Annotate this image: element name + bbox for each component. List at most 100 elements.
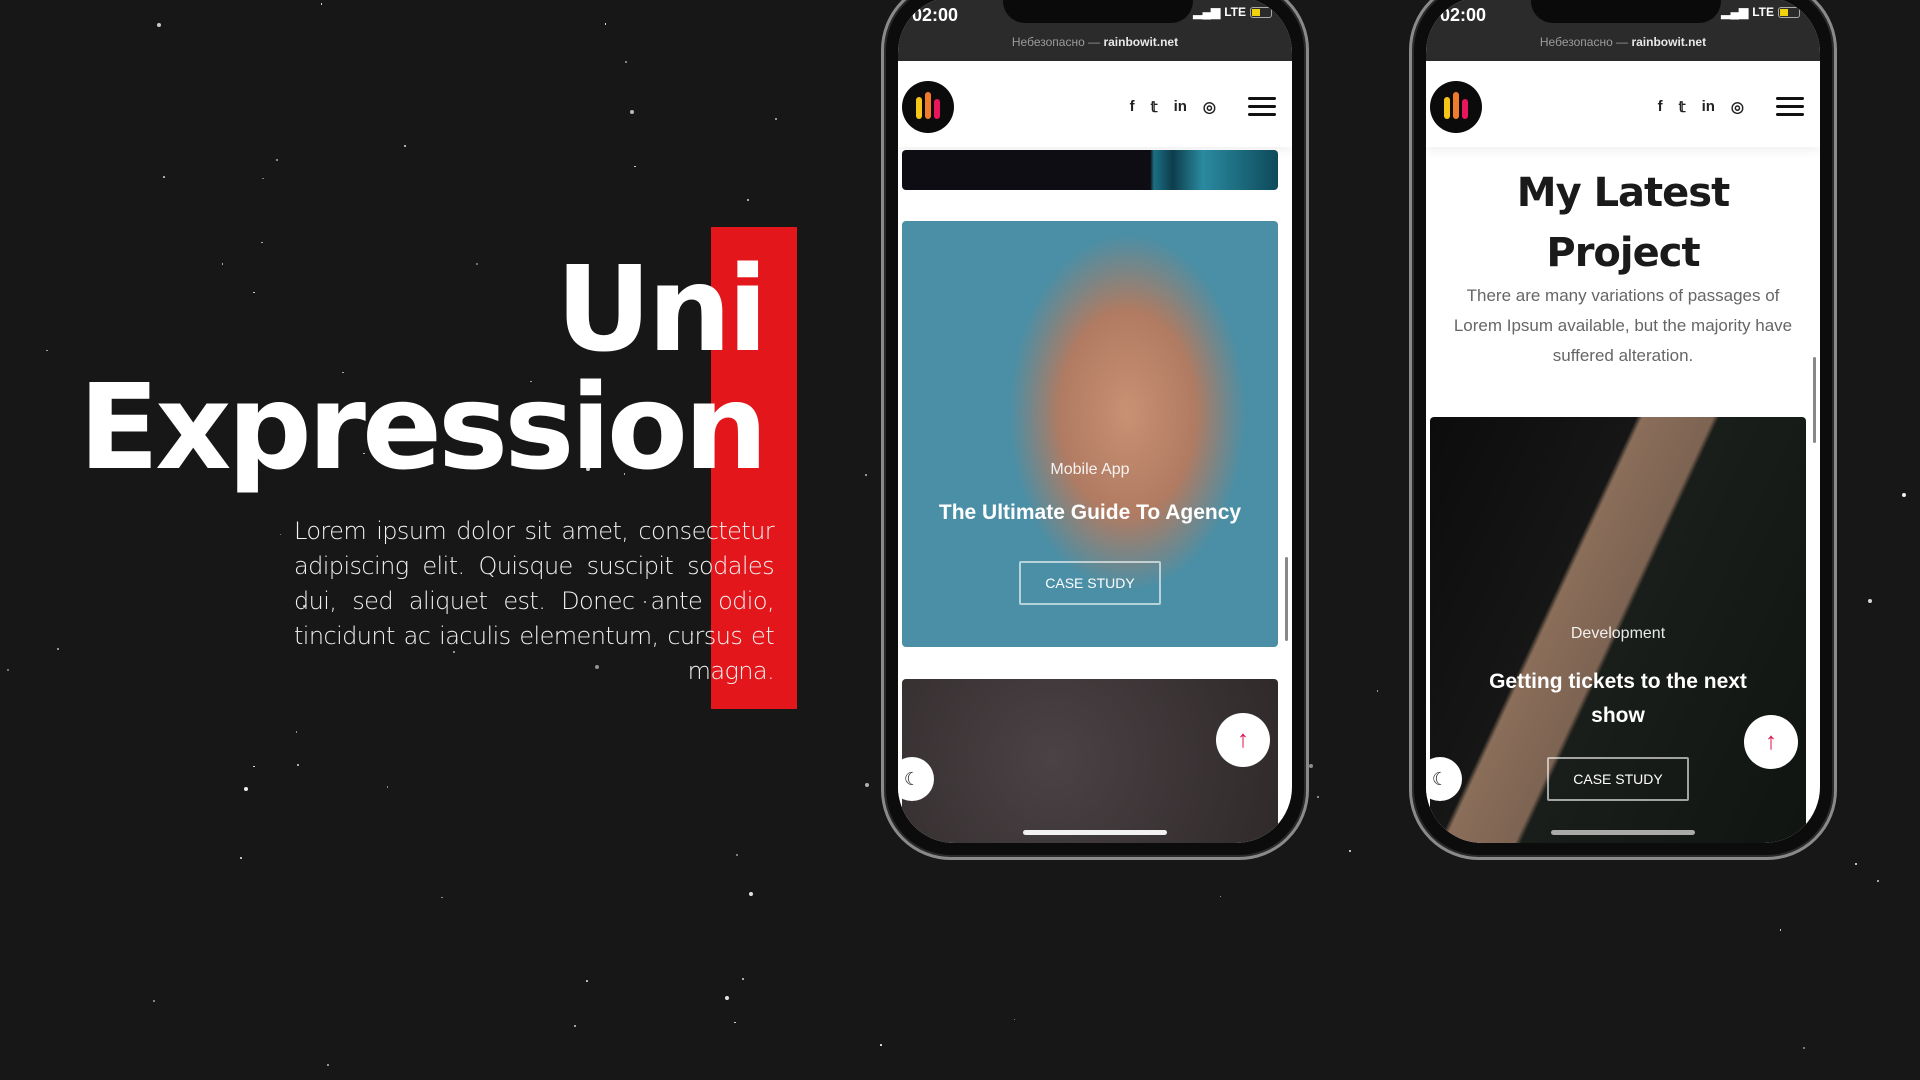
star bbox=[604, 23, 607, 25]
image-card-bottom bbox=[902, 679, 1278, 843]
star bbox=[725, 996, 730, 1001]
star bbox=[295, 731, 298, 733]
star bbox=[630, 110, 634, 115]
star bbox=[1349, 850, 1352, 853]
facebook-icon[interactable]: f bbox=[1658, 98, 1663, 116]
site-header: f 𝕥 in ◎ bbox=[898, 61, 1292, 147]
site-logo[interactable] bbox=[902, 81, 954, 133]
hamburger-menu-icon[interactable] bbox=[1248, 97, 1276, 117]
scrollbar[interactable] bbox=[1813, 357, 1816, 443]
status-bar: 02:00 ▂▄▆ LTE Небезопасно — rainbowit.ne… bbox=[898, 0, 1292, 61]
twitter-icon[interactable]: 𝕥 bbox=[1679, 98, 1686, 116]
network-label: LTE bbox=[1752, 5, 1774, 19]
star bbox=[746, 198, 749, 201]
star bbox=[736, 854, 739, 857]
scroll-to-top-button[interactable]: ↑ bbox=[1216, 713, 1270, 767]
star bbox=[1376, 690, 1379, 692]
star bbox=[880, 1044, 882, 1046]
star bbox=[1779, 929, 1782, 931]
card-title: Getting tickets to the next show bbox=[1489, 670, 1747, 727]
star bbox=[253, 765, 255, 768]
instagram-icon[interactable]: ◎ bbox=[1731, 98, 1744, 116]
star bbox=[327, 1064, 330, 1067]
project-card[interactable]: Development Getting tickets to the next … bbox=[1430, 417, 1806, 843]
site-header: f 𝕥 in ◎ bbox=[1426, 61, 1820, 147]
star bbox=[240, 856, 243, 859]
star bbox=[586, 980, 588, 982]
section-title: My Latest Project bbox=[1516, 170, 1730, 276]
twitter-icon[interactable]: 𝕥 bbox=[1151, 98, 1158, 116]
linkedin-icon[interactable]: in bbox=[1174, 98, 1187, 116]
network-label: LTE bbox=[1224, 5, 1246, 19]
security-label: Небезопасно — bbox=[1011, 35, 1104, 49]
hero-title-line2: Expression bbox=[78, 358, 768, 496]
star bbox=[163, 176, 165, 178]
phone-screen: 02:00 ▂▄▆ LTE Небезопасно — rainbowit.ne… bbox=[1426, 0, 1820, 843]
domain: rainbowit.net bbox=[1631, 35, 1707, 49]
notch bbox=[1003, 0, 1193, 23]
signal-status: ▂▄▆ LTE bbox=[1721, 5, 1800, 19]
signal-icon: ▂▄▆ bbox=[1721, 5, 1749, 19]
hamburger-menu-icon[interactable] bbox=[1776, 97, 1804, 117]
star bbox=[279, 533, 282, 536]
address-bar[interactable]: Небезопасно — rainbowit.net bbox=[898, 35, 1292, 49]
star bbox=[625, 61, 628, 64]
stage: Uni Expression Lorem ipsum dolor sit ame… bbox=[0, 0, 1920, 1080]
star bbox=[1901, 492, 1906, 497]
star bbox=[1013, 1018, 1016, 1021]
scroll-to-top-button[interactable]: ↑ bbox=[1744, 715, 1798, 769]
facebook-icon[interactable]: f bbox=[1130, 98, 1135, 116]
case-study-button[interactable]: CASE STUDY bbox=[1019, 561, 1161, 605]
project-card[interactable]: Mobile App The Ultimate Guide To Agency … bbox=[902, 221, 1278, 647]
star bbox=[1316, 796, 1319, 799]
star bbox=[221, 263, 224, 265]
status-time: 02:00 bbox=[1440, 5, 1487, 25]
address-bar[interactable]: Небезопасно — rainbowit.net bbox=[1426, 35, 1820, 49]
phone-mockup-1: 02:00 ▂▄▆ LTE Небезопасно — rainbowit.ne… bbox=[881, 0, 1309, 860]
home-indicator bbox=[1023, 830, 1167, 835]
signal-status: ▂▄▆ LTE bbox=[1193, 5, 1272, 19]
star bbox=[865, 474, 867, 476]
card-category: Mobile App bbox=[1050, 461, 1130, 478]
home-indicator bbox=[1551, 830, 1695, 835]
star bbox=[56, 648, 59, 651]
status-time: 02:00 bbox=[912, 5, 959, 25]
star bbox=[634, 165, 636, 168]
star bbox=[1803, 1047, 1806, 1050]
phone-screen: 02:00 ▂▄▆ LTE Небезопасно — rainbowit.ne… bbox=[898, 0, 1292, 843]
star bbox=[1876, 879, 1879, 882]
instagram-icon[interactable]: ◎ bbox=[1203, 98, 1216, 116]
star bbox=[476, 263, 479, 266]
star bbox=[734, 1021, 736, 1024]
signal-icon: ▂▄▆ bbox=[1193, 5, 1221, 19]
scrollbar[interactable] bbox=[1285, 557, 1288, 641]
star bbox=[152, 1000, 155, 1003]
star bbox=[261, 241, 263, 244]
image-card-top bbox=[902, 150, 1278, 190]
status-bar: 02:00 ▂▄▆ LTE Небезопасно — rainbowit.ne… bbox=[1426, 0, 1820, 61]
hero-title-line1: Uni bbox=[555, 240, 768, 378]
star bbox=[573, 1024, 576, 1027]
star bbox=[46, 349, 48, 352]
star bbox=[1219, 895, 1221, 898]
star bbox=[262, 177, 264, 180]
star bbox=[865, 782, 870, 787]
linkedin-icon[interactable]: in bbox=[1702, 98, 1715, 116]
battery-icon bbox=[1778, 6, 1800, 18]
star bbox=[386, 786, 389, 788]
hero-paragraph: Lorem ipsum dolor sit amet, consectetur … bbox=[294, 517, 775, 685]
star bbox=[244, 786, 249, 791]
battery-icon bbox=[1250, 6, 1272, 18]
phone-mockup-2: 02:00 ▂▄▆ LTE Небезопасно — rainbowit.ne… bbox=[1409, 0, 1837, 860]
star bbox=[296, 763, 299, 766]
social-links: f 𝕥 in ◎ bbox=[1658, 98, 1744, 116]
star bbox=[741, 978, 744, 981]
star bbox=[1308, 763, 1313, 768]
case-study-button[interactable]: CASE STUDY bbox=[1547, 757, 1689, 801]
card-title: The Ultimate Guide To Agency bbox=[938, 501, 1242, 524]
site-logo[interactable] bbox=[1430, 81, 1482, 133]
star bbox=[320, 3, 323, 5]
notch bbox=[1531, 0, 1721, 23]
domain: rainbowit.net bbox=[1103, 35, 1179, 49]
star bbox=[276, 158, 279, 161]
